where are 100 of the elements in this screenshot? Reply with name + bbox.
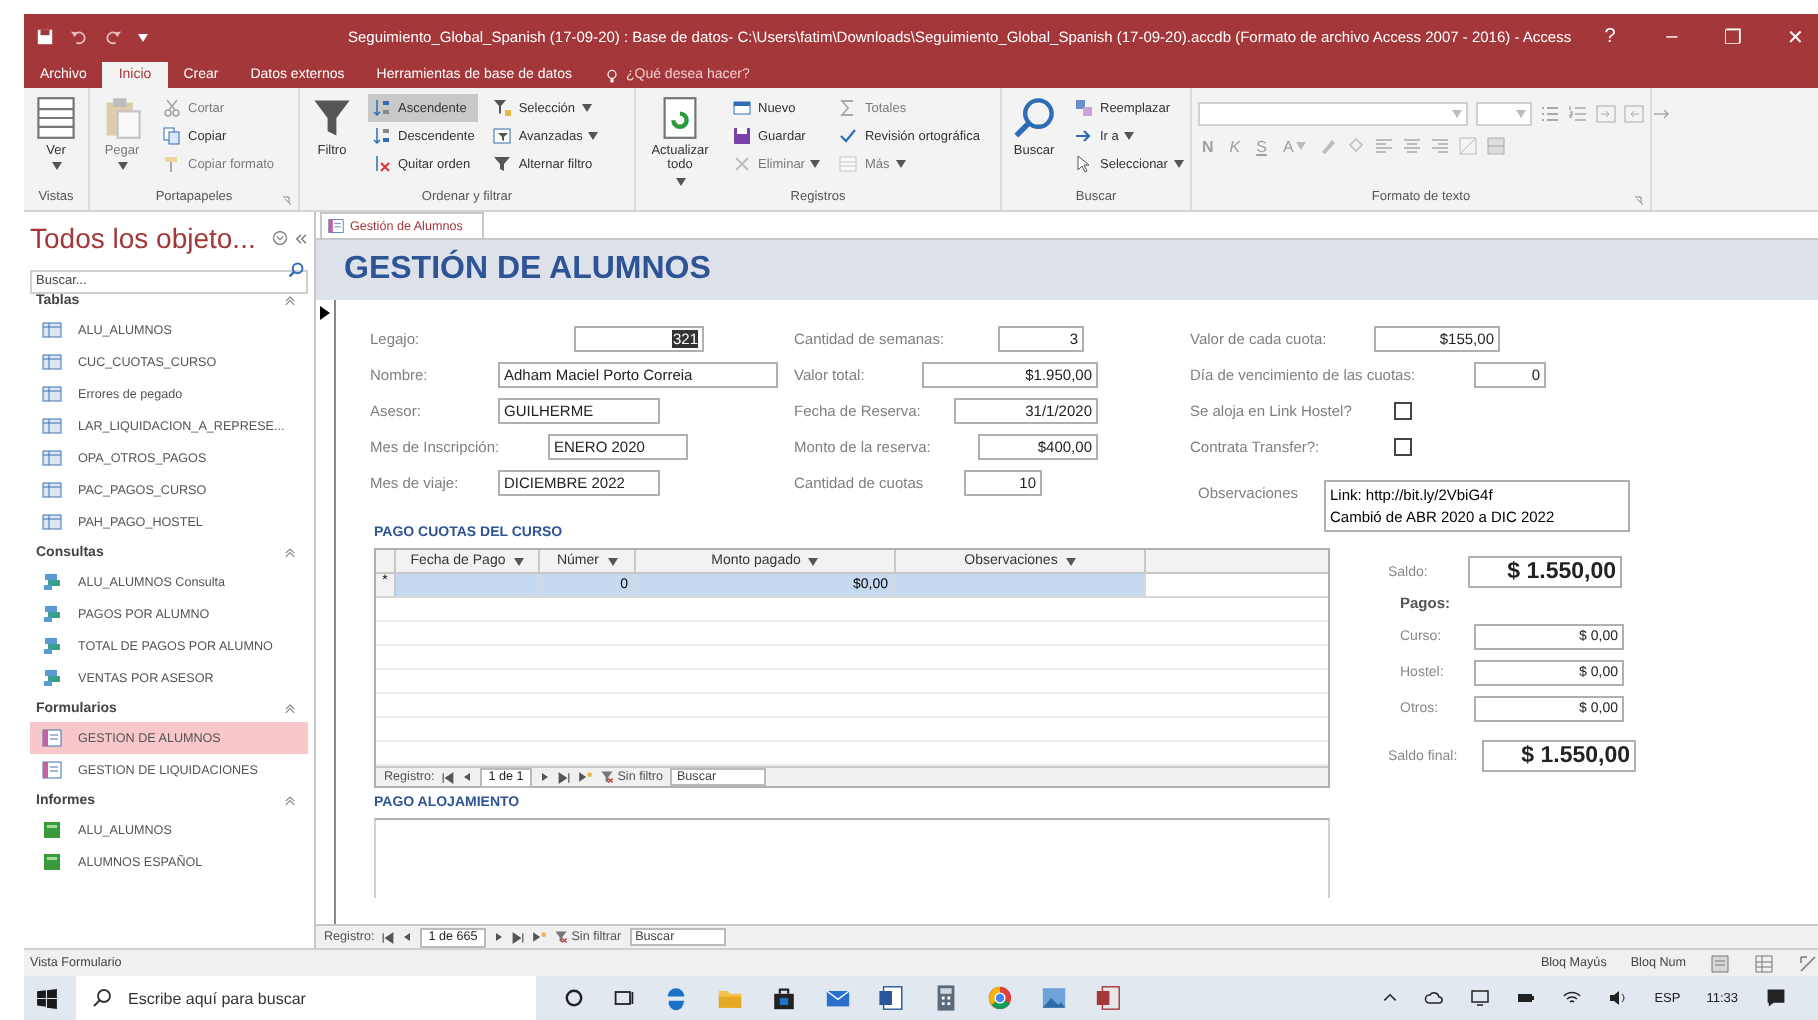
search-icon	[92, 988, 112, 1008]
cursor-icon	[1074, 154, 1094, 174]
first-record-icon	[442, 771, 455, 783]
search-icon	[288, 262, 304, 278]
bullet-list-icon	[1540, 104, 1560, 124]
paint-bucket-icon	[1345, 136, 1366, 156]
form-title: GESTIÓN DE ALUMNOS	[344, 252, 711, 288]
current-record-icon	[320, 306, 330, 320]
table-icon	[42, 384, 62, 404]
checkbox[interactable]	[1394, 437, 1412, 455]
minimize-button[interactable]: –	[1648, 14, 1695, 60]
font-size-field[interactable]	[1476, 102, 1532, 126]
sort-ascending-icon	[372, 98, 392, 118]
query-icon	[42, 636, 62, 656]
font-field[interactable]	[1198, 102, 1468, 126]
windows-logo-icon	[36, 987, 58, 1009]
document-icon	[878, 984, 906, 1012]
refresh-icon	[658, 96, 702, 140]
caret-icon	[51, 162, 61, 171]
calculator-icon	[932, 984, 960, 1012]
highlighter-icon	[1317, 136, 1338, 156]
gridlines-icon	[1485, 136, 1506, 156]
layout-view-icon	[1798, 953, 1818, 973]
browser-icon	[986, 984, 1014, 1012]
caret-icon	[513, 557, 524, 565]
paintbrush-icon	[162, 154, 182, 174]
fill-color-icon	[1457, 136, 1478, 156]
last-record-icon	[511, 931, 524, 943]
wifi-icon	[1562, 988, 1583, 1008]
caret-icon	[607, 557, 617, 565]
copy-icon	[162, 126, 182, 146]
paragraph-direction-icon	[1652, 104, 1672, 124]
previous-record-icon	[462, 772, 473, 782]
dialog-launcher-icon[interactable]	[1634, 196, 1644, 206]
task-view-icon	[612, 986, 636, 1010]
funnel-icon	[599, 770, 614, 784]
search-icon	[1012, 96, 1056, 140]
table-icon	[42, 352, 62, 372]
collapse-icon	[294, 231, 308, 245]
caret-icon	[1173, 160, 1184, 168]
caret-icon	[1516, 110, 1526, 118]
dialog-launcher-icon[interactable]	[282, 196, 292, 206]
sort-descending-icon	[372, 126, 392, 146]
caret-icon	[1124, 132, 1135, 140]
cloud-icon	[1424, 988, 1445, 1008]
datasheet-view-icon	[1754, 953, 1774, 973]
datasheet-icon	[34, 96, 78, 140]
query-icon	[42, 668, 62, 688]
chevron-up-icon	[284, 702, 296, 714]
help-button[interactable]: ?	[1587, 14, 1633, 60]
table-icon	[42, 416, 62, 436]
funnel-icon	[492, 98, 513, 118]
table-icon	[42, 320, 62, 340]
notification-icon	[1764, 986, 1788, 1010]
numbered-list-icon	[1568, 104, 1588, 124]
delete-icon	[732, 154, 752, 174]
circle-icon	[562, 986, 586, 1010]
next-record-icon	[493, 932, 504, 942]
first-record-icon	[382, 931, 395, 943]
checkbox[interactable]	[1394, 401, 1412, 419]
navigation-pane-title[interactable]: Todos los objeto...	[30, 222, 266, 254]
table-icon	[42, 480, 62, 500]
caret-icon	[1452, 110, 1462, 118]
previous-record-icon	[402, 932, 413, 942]
report-icon	[42, 852, 62, 872]
scissors-icon	[162, 98, 182, 118]
restore-button[interactable]: ❐	[1710, 14, 1757, 60]
undo-icon	[70, 28, 88, 46]
last-record-icon	[557, 771, 570, 783]
caret-icon	[808, 557, 819, 565]
dropdown-circle-icon	[272, 230, 288, 246]
new-record-icon	[531, 930, 546, 944]
lightbulb-icon	[603, 67, 620, 83]
query-icon	[42, 604, 62, 624]
caret-icon	[895, 160, 906, 168]
funnel-icon	[310, 96, 354, 140]
clear-sort-icon	[372, 154, 392, 174]
replace-icon	[1074, 98, 1094, 118]
checkmark-icon	[838, 126, 859, 146]
form-icon	[42, 760, 62, 780]
caret-icon	[810, 160, 821, 168]
speaker-icon	[1608, 988, 1629, 1008]
close-button[interactable]: ✕	[1772, 14, 1818, 60]
caret-icon	[675, 177, 685, 186]
form-icon	[328, 218, 344, 234]
chevron-up-icon	[284, 294, 296, 306]
funnel-icon	[553, 930, 568, 944]
query-icon	[42, 572, 62, 592]
align-left-icon	[1373, 136, 1394, 156]
caret-icon	[581, 104, 591, 112]
taskbar-search-field[interactable]: Escribe aquí para buscar	[76, 976, 536, 1020]
advanced-filter-icon	[492, 126, 513, 146]
caret-icon	[588, 132, 599, 140]
balance-field: $ 1.550,00	[1482, 740, 1636, 772]
monitor-icon	[1470, 988, 1491, 1008]
arrow-right-icon	[1074, 126, 1094, 146]
table-icon	[42, 448, 62, 468]
save-icon	[36, 28, 54, 46]
shopping-bag-icon	[770, 984, 798, 1012]
caret-icon	[117, 162, 127, 171]
